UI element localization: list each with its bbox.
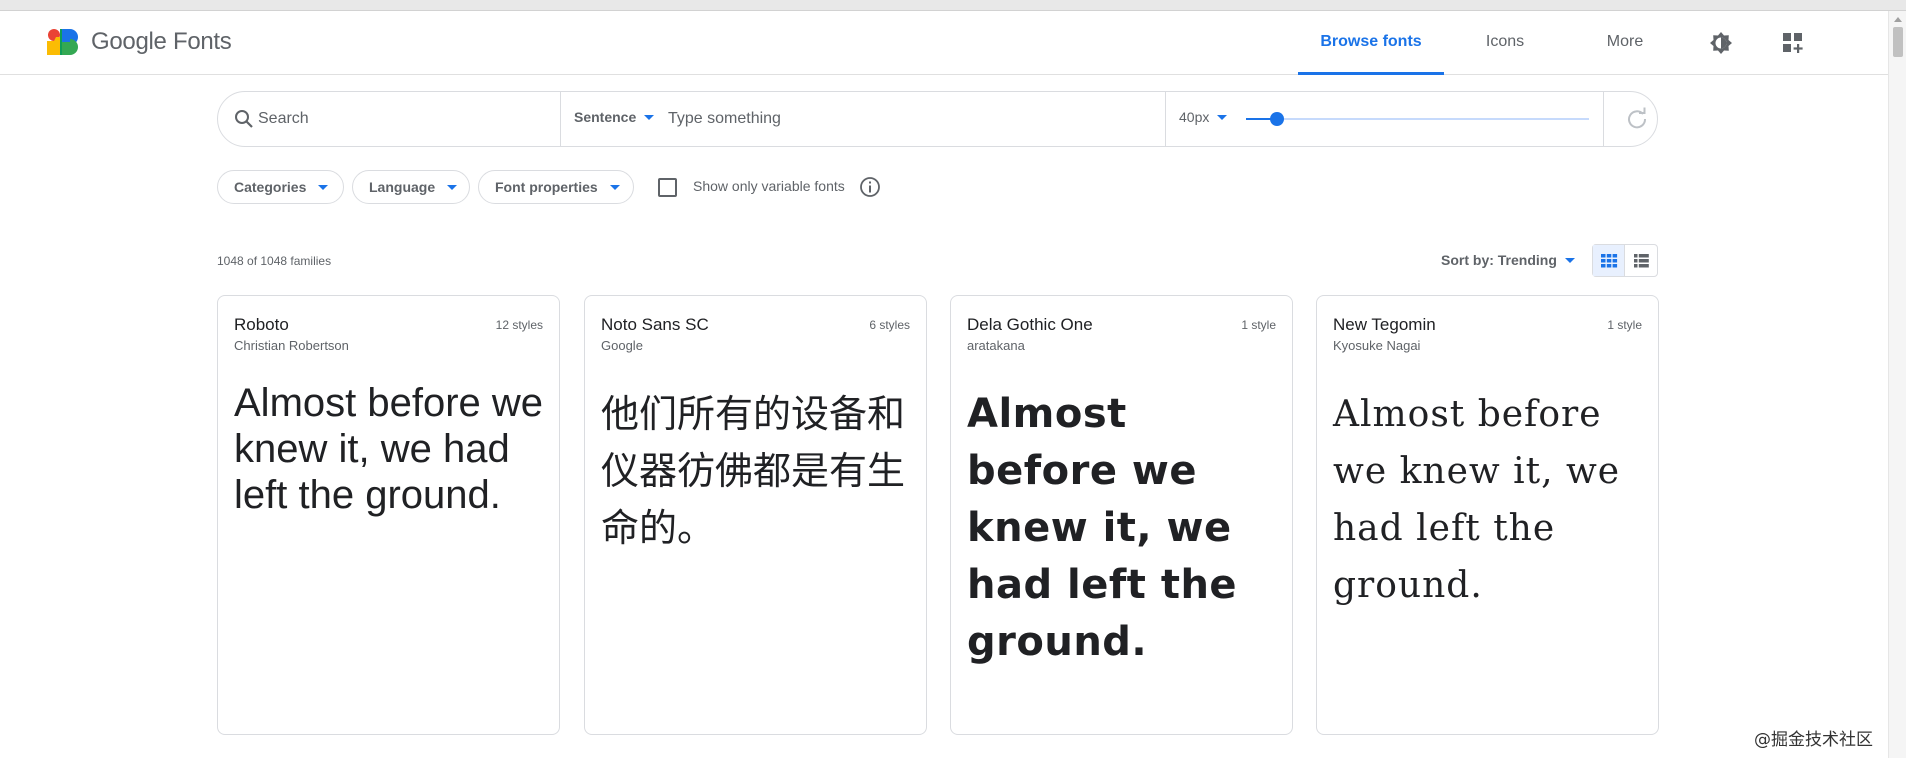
- toolbar-divider: [1165, 92, 1166, 146]
- font-styles-count: 1 style: [1607, 318, 1642, 332]
- font-styles-count: 6 styles: [869, 318, 910, 332]
- grid-view-button[interactable]: [1593, 245, 1625, 276]
- chevron-down-icon: [447, 184, 458, 190]
- font-size-slider[interactable]: [1246, 112, 1589, 126]
- font-properties-label: Font properties: [495, 179, 598, 195]
- font-card-roboto[interactable]: Roboto Christian Robertson 12 styles Alm…: [217, 295, 560, 735]
- brand-name[interactable]: Google Fonts: [91, 28, 232, 56]
- font-sample-text: Almost before we knew it, we had left th…: [1333, 394, 1621, 606]
- toolbar-divider: [1603, 92, 1604, 146]
- scroll-up-arrow-icon[interactable]: [1894, 17, 1902, 22]
- language-label: Language: [369, 179, 436, 195]
- info-icon[interactable]: [859, 176, 881, 198]
- font-name: Roboto: [234, 315, 289, 334]
- font-sample-text: 他们所有的设备和仪器彷佛都是有生命的。: [601, 392, 906, 550]
- preview-mode-select[interactable]: Sentence: [574, 109, 655, 125]
- chevron-down-icon: [609, 184, 620, 190]
- brightness-icon[interactable]: [1709, 31, 1733, 55]
- font-size-select[interactable]: 40px: [1179, 109, 1228, 125]
- browser-top-strip: [0, 0, 1906, 11]
- sort-select[interactable]: Sort by: Trending: [1441, 252, 1575, 268]
- top-app-bar: Google Fonts Browse fonts Icons More: [0, 11, 1888, 75]
- grid-view-icon: [1601, 254, 1618, 268]
- chevron-down-icon: [318, 184, 329, 190]
- font-sample-text: Almost before we knew it, we had left th…: [967, 391, 1238, 665]
- families-count: 1048 of 1048 families: [217, 254, 332, 268]
- chevron-down-icon: [1564, 257, 1575, 263]
- reset-icon[interactable]: [1625, 107, 1649, 131]
- font-properties-filter[interactable]: Font properties: [478, 170, 634, 204]
- font-card-new-tegomin[interactable]: New Tegomin Kyosuke Nagai 1 style Almost…: [1316, 295, 1659, 735]
- watermark: @掘金技术社区: [1754, 730, 1873, 750]
- font-toolbar: Sentence 40px: [217, 91, 1658, 147]
- font-author: Google: [601, 338, 643, 353]
- font-name: New Tegomin: [1333, 315, 1436, 334]
- font-author: Kyosuke Nagai: [1333, 338, 1421, 353]
- font-size-label: 40px: [1179, 109, 1210, 125]
- list-view-icon: [1634, 254, 1649, 268]
- categories-filter[interactable]: Categories: [217, 170, 344, 204]
- variable-fonts-label[interactable]: Show only variable fonts: [693, 178, 845, 194]
- search-input[interactable]: [258, 102, 548, 136]
- font-name: Dela Gothic One: [967, 315, 1093, 334]
- font-card-dela-gothic-one[interactable]: Dela Gothic One aratakana 1 style Almost…: [950, 295, 1293, 735]
- view-toggle: [1592, 244, 1658, 277]
- slider-thumb[interactable]: [1269, 112, 1284, 126]
- toolbar-divider: [560, 92, 561, 146]
- font-styles-count: 1 style: [1241, 318, 1276, 332]
- font-name: Noto Sans SC: [601, 315, 709, 334]
- chevron-down-icon: [644, 114, 655, 120]
- language-filter[interactable]: Language: [352, 170, 470, 204]
- chevron-down-icon: [1217, 114, 1228, 120]
- preview-mode-label: Sentence: [574, 109, 637, 125]
- font-author: aratakana: [967, 338, 1025, 353]
- nav-icons[interactable]: Icons: [1470, 11, 1540, 75]
- search-icon: [235, 110, 253, 128]
- nav-more[interactable]: More: [1588, 11, 1662, 75]
- categories-label: Categories: [234, 179, 307, 195]
- list-view-button[interactable]: [1626, 245, 1657, 276]
- font-styles-count: 12 styles: [495, 318, 543, 332]
- variable-fonts-checkbox[interactable]: [658, 178, 677, 197]
- google-fonts-logo[interactable]: [47, 29, 79, 55]
- page-scrollbar[interactable]: [1888, 11, 1906, 758]
- sort-label: Sort by: Trending: [1441, 252, 1557, 268]
- nav-browse-fonts[interactable]: Browse fonts: [1298, 11, 1444, 75]
- font-card-noto-sans-sc[interactable]: Noto Sans SC Google 6 styles 他们所有的设备和仪器彷…: [584, 295, 927, 735]
- scrollbar-thumb[interactable]: [1893, 27, 1903, 57]
- font-sample-text: Almost before we knew it, we had left th…: [234, 381, 544, 517]
- font-author: Christian Robertson: [234, 338, 349, 353]
- apps-add-icon[interactable]: [1782, 32, 1804, 54]
